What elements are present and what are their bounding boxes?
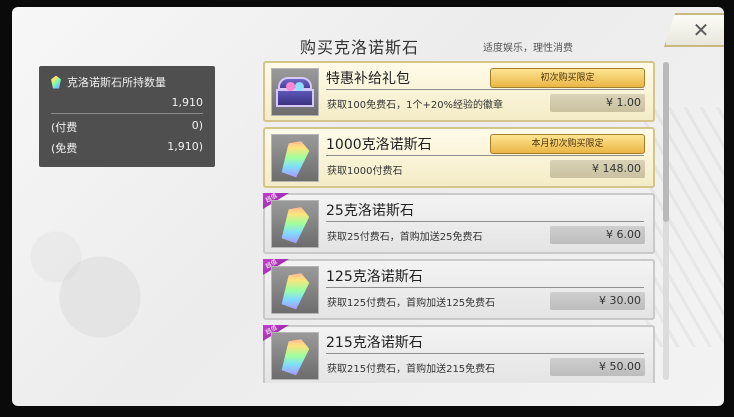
product-thumbnail [271,68,319,116]
crystal-icon [279,335,312,376]
purchase-limit-badge: 本月初次购买限定 [490,134,645,154]
divider [326,287,644,288]
balance-total: 1,910 [51,96,203,114]
close-icon[interactable]: ✕ [693,20,710,40]
close-button[interactable]: ✕ [664,13,724,47]
paid-label: (付费 [51,121,78,134]
product-card[interactable]: 1000克洛诺斯石 本月初次购买限定 获取1000付费石 ¥ 148.00 [263,127,655,188]
divider [326,221,644,222]
scrollbar[interactable] [663,62,669,380]
product-card[interactable]: 超值 25克洛诺斯石 获取25付费石，首购加送25免费石 ¥ 6.00 [263,193,655,254]
product-description: 获取1000付费石 [327,166,403,177]
page-subtitle: 适度娱乐，理性消费 [483,43,573,54]
price-button[interactable]: ¥ 148.00 [550,160,645,178]
paid-value: 0) [191,119,203,132]
product-thumbnail [271,134,319,182]
product-list[interactable]: 特惠补给礼包 初次购买限定 获取100免费石，1个+20%经验的徽章 ¥ 1.0… [263,61,655,383]
product-card[interactable]: 特惠补给礼包 初次购买限定 获取100免费石，1个+20%经验的徽章 ¥ 1.0… [263,61,655,122]
product-description: 获取125付费石，首购加送125免费石 [327,298,496,309]
product-description: 获取25付费石，首购加送25免费石 [327,232,483,243]
price-button[interactable]: ¥ 30.00 [550,292,645,310]
product-thumbnail [271,200,319,248]
balance-panel: 克洛诺斯石所持数量 1,910 (付费 0) (免费 1,910) [39,66,215,167]
paid-row: (付费 0) [51,119,203,135]
product-name: 125克洛诺斯石 [326,269,423,285]
free-label: (免费 [51,142,78,155]
product-thumbnail [271,332,319,380]
product-name: 1000克洛诺斯石 [326,137,432,153]
product-description: 获取100免费石，1个+20%经验的徽章 [327,100,504,111]
purchase-limit-badge: 初次购买限定 [490,68,645,88]
product-name: 215克洛诺斯石 [326,335,423,351]
product-card[interactable]: 超值 125克洛诺斯石 获取125付费石，首购加送125免费石 ¥ 30.00 [263,259,655,320]
product-description: 获取215付费石，首购加送215免费石 [327,364,496,375]
treasure-chest-icon [276,77,314,107]
page-title: 购买克洛诺斯石 [300,38,420,57]
free-value: 1,910) [167,140,203,153]
background-decoration-right [644,107,724,347]
product-name: 特惠补给礼包 [326,71,410,87]
crystal-icon [279,269,312,310]
balance-label: 克洛诺斯石所持数量 [67,76,166,89]
product-thumbnail [271,266,319,314]
product-name: 25克洛诺斯石 [326,203,414,219]
divider [326,89,644,90]
background-decoration [12,197,232,397]
scrollbar-thumb[interactable] [663,62,669,222]
price-button[interactable]: ¥ 1.00 [550,94,645,112]
free-row: (免费 1,910) [51,140,203,156]
divider [326,155,644,156]
crystal-icon [279,203,312,244]
price-button[interactable]: ¥ 6.00 [550,226,645,244]
divider [326,353,644,354]
product-card[interactable]: 超值 215克洛诺斯石 获取215付费石，首购加送215免费石 ¥ 50.00 [263,325,655,383]
balance-header: 克洛诺斯石所持数量 [51,74,203,90]
crystal-icon [279,137,312,178]
price-button[interactable]: ¥ 50.00 [550,358,645,376]
crystal-icon [51,75,61,89]
